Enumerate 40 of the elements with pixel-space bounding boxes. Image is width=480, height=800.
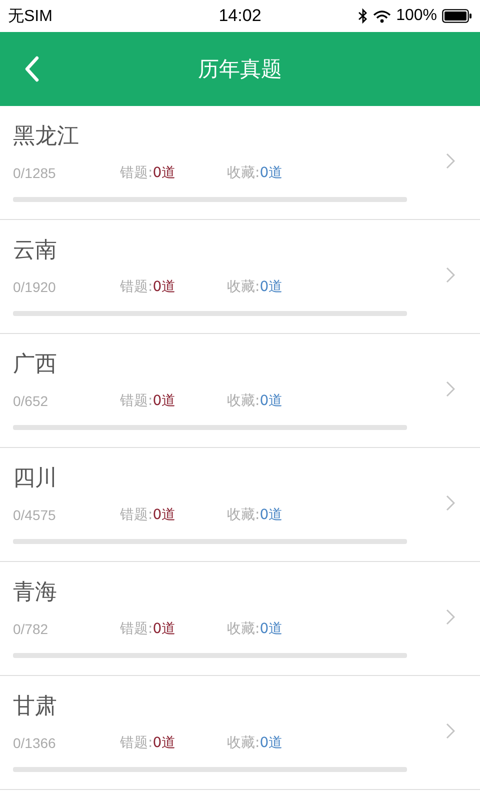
province-name: 青海	[13, 579, 58, 607]
province-name: 四川	[13, 465, 58, 493]
wrong-label: 错题:	[120, 734, 153, 753]
favorites-count: 0道	[260, 734, 283, 753]
wrong-label: 错题:	[120, 392, 153, 411]
battery-percent: 100%	[396, 7, 437, 25]
wrong-count: 0道	[152, 392, 176, 411]
favorites-label: 收藏:	[227, 392, 260, 411]
wrong-label: 错题:	[120, 620, 153, 639]
wrong-count: 0道	[152, 506, 176, 525]
wrong-count: 0道	[152, 278, 176, 297]
favorites-count: 0道	[260, 392, 283, 411]
favorites-count: 0道	[260, 278, 283, 297]
carrier-text: 无SIM	[8, 6, 52, 26]
province-name: 甘肃	[13, 693, 58, 721]
wrong-label: 错题:	[120, 164, 153, 183]
progress-count: 0/4575	[13, 506, 57, 525]
favorites-label: 收藏:	[227, 620, 260, 639]
favorites-label: 收藏:	[227, 734, 260, 753]
favorites-count: 0道	[260, 506, 283, 525]
progress-count: 0/1366	[13, 734, 57, 753]
province-name: 黑龙江	[13, 123, 80, 151]
page-title: 历年真题	[198, 56, 282, 83]
favorites-label: 收藏:	[227, 278, 260, 297]
wrong-count: 0道	[152, 734, 176, 753]
wrong-label: 错题:	[120, 506, 153, 525]
province-name: 广西	[13, 351, 58, 379]
clock-time: 14:02	[218, 6, 262, 26]
progress-count: 0/782	[13, 620, 50, 639]
wrong-count: 0道	[152, 164, 176, 183]
wrong-count: 0道	[152, 620, 176, 639]
progress-count: 0/1285	[13, 164, 57, 183]
progress-count: 0/652	[13, 392, 50, 411]
favorites-label: 收藏:	[227, 506, 260, 525]
favorites-label: 收藏:	[227, 164, 260, 183]
province-name: 云南	[13, 237, 58, 265]
wrong-label: 错题:	[120, 278, 153, 297]
favorites-count: 0道	[260, 620, 283, 639]
favorites-count: 0道	[260, 164, 283, 183]
progress-count: 0/1920	[13, 278, 57, 297]
